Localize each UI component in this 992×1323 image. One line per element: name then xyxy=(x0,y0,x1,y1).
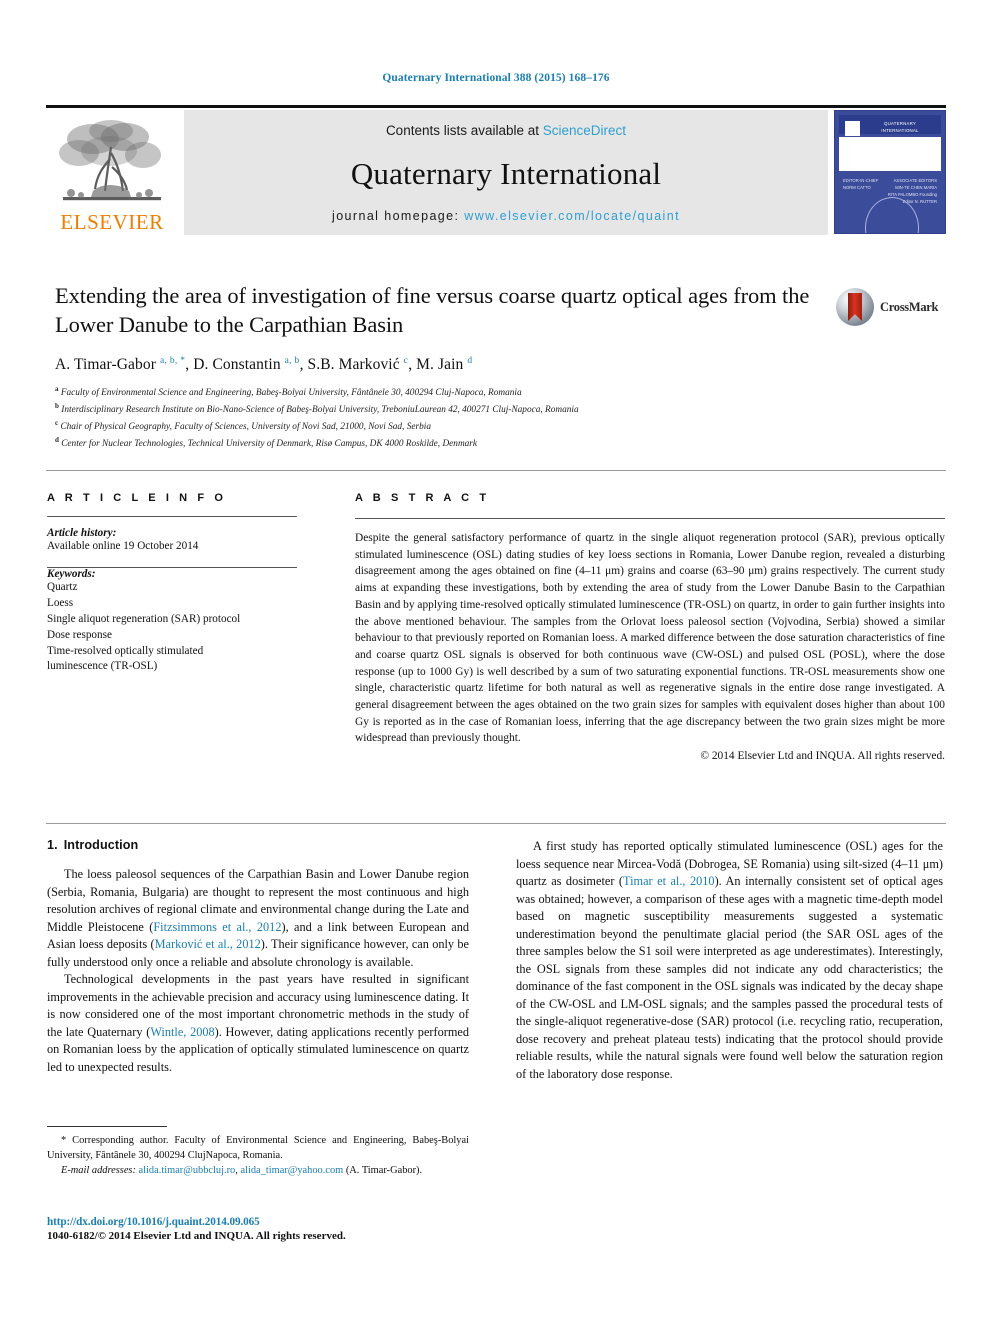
author-name: S.B. Marković xyxy=(307,355,400,373)
abstract-text: Despite the general satisfactory perform… xyxy=(355,532,945,745)
email-link-primary[interactable]: alida.timar@ubbcluj.ro xyxy=(139,1165,236,1176)
author-name: M. Jain xyxy=(416,355,464,373)
affiliation-item: b Interdisciplinary Research Institute o… xyxy=(55,401,825,418)
affiliation-mark: b xyxy=(55,401,59,410)
doi-link[interactable]: http://dx.doi.org/10.1016/j.quaint.2014.… xyxy=(47,1216,547,1228)
section-title: Introduction xyxy=(63,838,139,852)
affiliation-text: Center for Nuclear Technologies, Technic… xyxy=(61,439,478,450)
email-note: E-mail addresses: alida.timar@ubbcluj.ro… xyxy=(47,1164,469,1179)
affiliation-text: Interdisciplinary Research Institute on … xyxy=(61,404,579,415)
footnote-block: * Corresponding author. Faculty of Envir… xyxy=(47,1126,469,1179)
contents-available-line: Contents lists available at ScienceDirec… xyxy=(386,123,626,138)
email-tail: (A. Timar-Gabor). xyxy=(345,1164,423,1176)
paper-page: Quaternary International 388 (2015) 168–… xyxy=(0,0,992,1323)
citation-link[interactable]: Fitzsimmons et al., 2012 xyxy=(153,920,281,934)
issn-copyright-line: 1040-6182/© 2014 Elsevier Ltd and INQUA.… xyxy=(47,1230,346,1242)
section-number: 1. xyxy=(47,838,58,852)
journal-masthead: ELSEVIER Contents lists available at Sci… xyxy=(46,105,946,235)
contents-prefix: Contents lists available at xyxy=(385,123,543,138)
divider-above-abstract xyxy=(46,470,946,471)
running-head: Quaternary International 388 (2015) 168–… xyxy=(382,72,610,84)
abstract-rule xyxy=(355,518,945,519)
article-info-heading: A R T I C L E I N F O xyxy=(47,492,227,504)
crossmark-icon xyxy=(836,288,874,326)
author-entry: S.B. Marković c xyxy=(308,356,409,373)
keyword-item: Single aliquot regeneration (SAR) protoc… xyxy=(47,612,241,625)
cover-title-text: QUATERNARY INTERNATIONAL xyxy=(881,121,919,133)
affiliation-text: Faculty of Environmental Science and Eng… xyxy=(60,387,522,398)
author-affil-marks[interactable]: d xyxy=(467,356,472,366)
author-entry: A. Timar-Gabor a, b, * xyxy=(55,356,185,373)
author-entry: D. Constantin a, b xyxy=(193,356,299,373)
cover-left-column-text: EDITOR-IN-CHIEF NORM CATTO xyxy=(843,178,879,191)
author-entry: M. Jain d xyxy=(416,356,472,373)
homepage-prefix: journal homepage: xyxy=(332,209,465,223)
journal-title: Quaternary International xyxy=(350,156,662,191)
corresponding-author-note: * Corresponding author. Faculty of Envir… xyxy=(47,1135,469,1161)
paragraph: Technological developments in the past y… xyxy=(47,971,469,1076)
article-info-column: A R T I C L E I N F O Article history: A… xyxy=(47,492,297,675)
article-info-rule xyxy=(47,516,297,517)
author-affil-marks[interactable]: a, b xyxy=(285,356,300,366)
journal-banner: Contents lists available at ScienceDirec… xyxy=(184,110,828,235)
journal-homepage-line: journal homepage: www.elsevier.com/locat… xyxy=(332,209,680,223)
article-history-group: Article history: Available online 19 Oct… xyxy=(47,527,297,555)
elsevier-wordmark: ELSEVIER xyxy=(60,210,164,234)
footnote-divider xyxy=(47,1126,167,1127)
crossmark-label: CrossMark xyxy=(880,299,939,314)
cover-topbar: QUATERNARY INTERNATIONAL xyxy=(839,115,941,136)
crossmark-badge[interactable]: CrossMark xyxy=(836,286,942,328)
article-history-line: Available online 19 October 2014 xyxy=(47,540,199,552)
affiliation-item: a Faculty of Environmental Science and E… xyxy=(55,384,825,401)
elsevier-tree-icon xyxy=(53,117,171,211)
author-sep: , xyxy=(299,355,308,373)
section-heading-introduction: 1. Introduction xyxy=(47,838,469,852)
doi-block: http://dx.doi.org/10.1016/j.quaint.2014.… xyxy=(47,1216,547,1242)
cover-white-panel xyxy=(839,137,941,171)
citation-link[interactable]: Wintle, 2008 xyxy=(150,1025,214,1039)
body-column-left: 1. Introduction The loess paleosol sequen… xyxy=(47,838,469,1076)
paragraph: A first study has reported optically sti… xyxy=(516,838,943,1083)
sciencedirect-link[interactable]: ScienceDirect xyxy=(543,123,626,138)
paragraph: The loess paleosol sequences of the Carp… xyxy=(47,866,469,971)
abstract-copyright: © 2014 Elsevier Ltd and INQUA. All right… xyxy=(700,750,945,763)
keyword-item: Time-resolved optically stimulated xyxy=(47,644,204,657)
title-block: Extending the area of investigation of f… xyxy=(55,281,825,452)
body-column-right: A first study has reported optically sti… xyxy=(516,838,943,1083)
author-name: A. Timar-Gabor xyxy=(55,355,156,373)
email-link-secondary[interactable]: alida_timar@yahoo.com xyxy=(240,1165,343,1176)
affiliation-item: c Chair of Physical Geography, Faculty o… xyxy=(55,418,825,435)
affiliation-mark: c xyxy=(55,418,59,427)
keyword-item: Dose response xyxy=(47,628,112,641)
keyword-item: luminescence (TR-OSL) xyxy=(47,660,158,673)
keyword-item: Quartz xyxy=(47,580,78,593)
abstract-column: A B S T R A C T Despite the general sati… xyxy=(355,492,945,762)
keywords-group: Keywords: Quartz Loess Single aliquot re… xyxy=(47,568,297,675)
citation-link[interactable]: Timar et al., 2010 xyxy=(623,874,715,888)
keywords-label: Keywords: xyxy=(47,567,96,580)
affiliation-list: a Faculty of Environmental Science and E… xyxy=(55,384,825,453)
citation-link[interactable]: Marković et al., 2012 xyxy=(155,937,261,951)
author-list: A. Timar-Gabor a, b, *, D. Constantin a,… xyxy=(55,356,825,374)
affiliation-item: d Center for Nuclear Technologies, Techn… xyxy=(55,435,825,452)
homepage-url-link[interactable]: www.elsevier.com/locate/quaint xyxy=(464,209,680,223)
author-affil-marks[interactable]: a, b, * xyxy=(160,356,185,366)
keyword-item: Loess xyxy=(47,596,74,609)
abstract-heading: A B S T R A C T xyxy=(355,492,490,504)
article-history-label: Article history: xyxy=(47,527,117,539)
author-name: D. Constantin xyxy=(193,355,281,373)
divider-below-abstract xyxy=(46,823,946,824)
journal-cover-thumbnail[interactable]: QUATERNARY INTERNATIONAL EDITOR-IN-CHIEF… xyxy=(834,110,946,234)
author-sep: , xyxy=(408,355,417,373)
affiliation-mark: a xyxy=(55,384,59,393)
affiliation-mark: d xyxy=(55,436,59,445)
email-label: E-mail addresses: xyxy=(61,1164,136,1176)
affiliation-text: Chair of Physical Geography, Faculty of … xyxy=(60,422,431,433)
cover-publisher-chip-icon xyxy=(845,121,860,136)
elsevier-logo: ELSEVIER xyxy=(46,110,178,235)
paragraph-text: ). An internally consistent set of optic… xyxy=(516,874,944,1081)
page-title: Extending the area of investigation of f… xyxy=(55,283,810,338)
